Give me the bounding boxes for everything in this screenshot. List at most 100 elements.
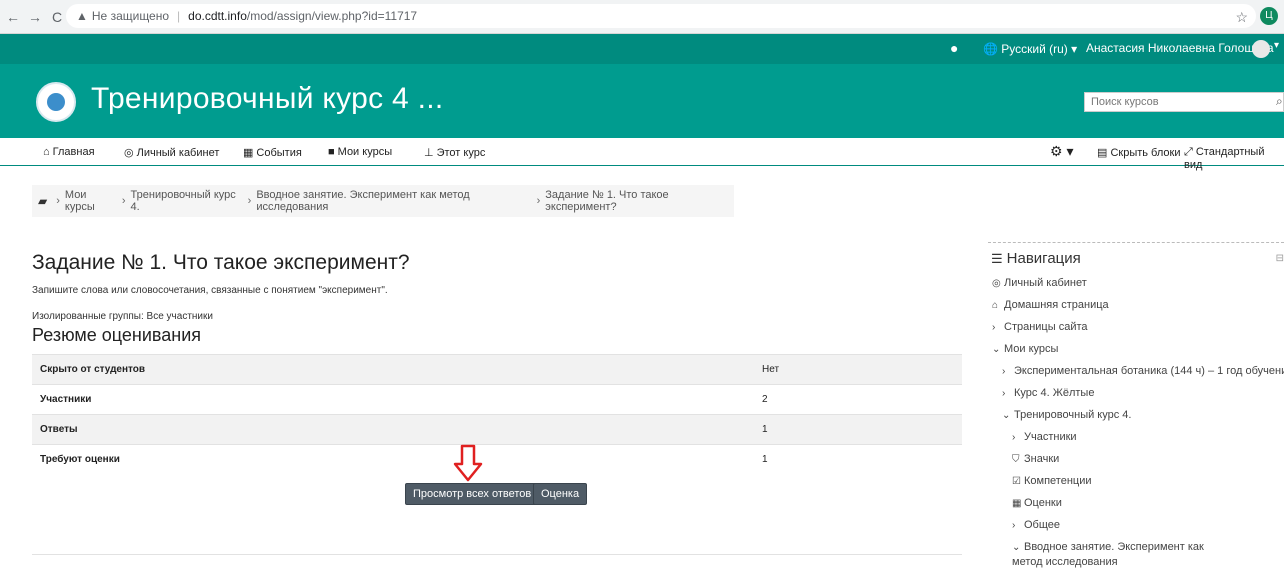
table-cell-value: Нет — [754, 354, 962, 385]
nav-tree-item-home[interactable]: ⌂ Домашняя страница — [992, 295, 1284, 317]
nav-tree-item-course[interactable]: › Экспериментальная ботаника (144 ч) – 1 … — [992, 361, 1284, 383]
nav-calendar-label: События — [256, 147, 302, 159]
main-navigation: ⌂ Главная ◎ Личный кабинет ▦ События ■ Мои к… — [0, 138, 1284, 171]
menu-bars-icon: ☰ — [991, 251, 1003, 266]
nav-tree-label: Оценки — [1024, 497, 1062, 509]
address-bar[interactable]: ▲ Не защищено | do.cdtt.info /mod/assign… — [66, 4, 1256, 28]
standard-view-label: Стандартный вид — [1184, 146, 1265, 171]
course-search-input[interactable]: Поиск курсов — [1084, 92, 1284, 112]
bookmark-star-icon[interactable]: ☆ — [1235, 9, 1248, 26]
table-cell-value: 1 — [754, 414, 962, 445]
url-path: /mod/assign/view.php?id=11717 — [246, 9, 418, 23]
search-icon[interactable]: ⌕ — [1276, 94, 1283, 109]
nav-tree-label: Вводное занятие. Эксперимент как метод и… — [1012, 541, 1204, 568]
hide-blocks-label: Скрыть блоки — [1110, 147, 1181, 159]
nav-tree-label: Компетенции — [1024, 475, 1092, 487]
course-title: Тренировочный курс 4 ... — [91, 82, 444, 115]
nav-tree-label: Экспериментальная ботаника (144 ч) – 1 г… — [1014, 365, 1284, 377]
language-menu[interactable]: 🌐 Русский (ru) ▾ — [983, 42, 1077, 56]
reload-icon[interactable]: C — [48, 9, 66, 25]
nav-tree-item-course[interactable]: ⌄ Тренировочный курс 4. — [992, 405, 1284, 427]
site-logo-icon[interactable] — [36, 82, 76, 122]
nav-tree-item-competencies[interactable]: ☑ Компетенции — [992, 471, 1284, 493]
back-icon[interactable]: ← — [4, 9, 22, 25]
breadcrumb-item[interactable]: Вводное занятие. Эксперимент как метод и… — [256, 189, 531, 213]
hide-blocks-button[interactable]: ▤ Скрыть блоки — [1097, 146, 1180, 159]
avatar[interactable] — [1252, 40, 1270, 58]
breadcrumb: ▰ › Мои курсы › Тренировочный курс 4. › … — [32, 185, 734, 217]
nav-tree-item-grades[interactable]: ▦ Оценки — [992, 493, 1284, 515]
nav-tree-item-badges[interactable]: ⛉ Значки — [992, 449, 1284, 471]
view-all-submissions-button[interactable]: Просмотр всех ответов — [405, 483, 540, 505]
breadcrumb-separator: › — [247, 195, 252, 207]
chevron-down-icon[interactable]: ▾ — [1274, 40, 1279, 51]
browser-profile-icon[interactable]: Ц — [1260, 7, 1278, 25]
nav-tree-label: Мои курсы — [1004, 343, 1059, 355]
language-label: Русский (ru) ▾ — [1001, 42, 1078, 56]
standard-view-button[interactable]: ⤢ Стандартный вид — [1184, 146, 1284, 171]
nav-calendar[interactable]: ▦ События — [243, 146, 302, 159]
user-menu-name[interactable]: Анастасия Николаевна Голошева — [1086, 41, 1274, 55]
dashboard-icon: ◎ — [992, 278, 1001, 289]
nav-tree-label: Домашняя страница — [1004, 299, 1109, 311]
nav-tree-label: Курс 4. Жёлтые — [1014, 387, 1095, 399]
nav-tree-item-participants[interactable]: › Участники — [992, 427, 1284, 449]
calendar-icon: ▦ — [243, 147, 254, 159]
nav-dashboard[interactable]: ◎ Личный кабинет — [124, 146, 219, 159]
top-bar: ● 🌐 Русский (ru) ▾ Анастасия Николаевна … — [0, 34, 1284, 64]
table-row: Требуют оценки 1 — [32, 444, 962, 474]
grade-button[interactable]: Оценка — [533, 483, 588, 505]
shield-icon: ⛉ — [1012, 454, 1020, 465]
url-host: do.cdtt.info — [188, 9, 247, 23]
nav-this-course-label: Этот курс — [436, 147, 486, 159]
chevron-down-icon: ⌄ — [1002, 410, 1011, 421]
nav-tree-item-section[interactable]: ⌄ Вводное занятие. Эксперимент как метод … — [992, 537, 1222, 569]
chevron-right-icon: › — [1012, 432, 1016, 443]
navigation-tree: ◎ Личный кабинет ⌂ Домашняя страница › Стра… — [992, 273, 1284, 569]
breadcrumb-item[interactable]: Тренировочный курс 4. — [131, 189, 243, 213]
home-icon: ⌂ — [43, 146, 50, 158]
folder-icon[interactable]: ▰ — [38, 194, 47, 208]
home-icon: ⌂ — [992, 300, 999, 311]
navigation-block: ☰ Навигация ⊟ ◎ Личный кабинет ⌂ Домашняя с… — [988, 242, 1284, 568]
grading-summary-table: Скрыто от студентов Нет Участники 2 Отве… — [32, 354, 962, 474]
chevron-right-icon: › — [1002, 366, 1006, 377]
grading-summary-title: Резюме оценивания — [32, 325, 202, 345]
bell-icon[interactable]: ● — [950, 40, 958, 56]
forward-icon[interactable]: → — [26, 9, 44, 25]
table-row: Скрыто от студентов Нет — [32, 354, 962, 385]
warning-icon: ▲ — [76, 9, 88, 23]
table-cell-label: Требуют оценки — [32, 444, 754, 474]
table-cell-value: 1 — [754, 444, 962, 474]
not-secure-label: Не защищено — [91, 9, 170, 23]
table-row: Участники 2 — [32, 384, 962, 415]
chevron-down-icon: ⌄ — [1012, 542, 1021, 553]
table-cell-label: Ответы — [32, 414, 754, 445]
assignment-description: Запишите слова или словосочетания, связа… — [32, 285, 388, 296]
gear-icon[interactable]: ⚙ ▾ — [1050, 143, 1073, 160]
nav-tree-item-course[interactable]: › Курс 4. Жёлтые — [992, 383, 1284, 405]
collapse-block-icon[interactable]: ⊟ — [1276, 253, 1284, 264]
nav-home-label: Главная — [52, 146, 95, 158]
page-title: Задание № 1. Что такое эксперимент? — [32, 251, 410, 274]
courses-icon: ■ — [328, 146, 335, 158]
address-divider: | — [177, 9, 181, 23]
nav-tree-item-site-pages[interactable]: › Страницы сайта — [992, 317, 1284, 339]
nav-my-courses[interactable]: ■ Мои курсы — [328, 146, 392, 158]
section-divider — [32, 554, 962, 555]
nav-this-course[interactable]: ⊥ Этот курс — [424, 146, 485, 159]
dashboard-icon: ◎ — [124, 147, 134, 159]
nav-tree-label: Участники — [1024, 431, 1077, 443]
nav-dashboard-label: Личный кабинет — [136, 147, 220, 159]
group-filter-label: Изолированные группы: Все участники — [32, 311, 213, 322]
nav-tree-label: Страницы сайта — [1004, 321, 1088, 333]
table-cell-label: Участники — [32, 384, 754, 415]
breadcrumb-item[interactable]: Задание № 1. Что такое эксперимент? — [545, 189, 734, 213]
nav-tree-label: Значки — [1024, 453, 1060, 465]
breadcrumb-item[interactable]: Мои курсы — [65, 189, 117, 213]
nav-home[interactable]: ⌂ Главная — [43, 146, 95, 158]
nav-tree-item-general[interactable]: › Общее — [992, 515, 1284, 537]
nav-tree-item-dashboard[interactable]: ◎ Личный кабинет — [992, 273, 1284, 295]
nav-tree-item-my-courses[interactable]: ⌄ Мои курсы — [992, 339, 1284, 361]
navigation-title-label: Навигация — [1006, 250, 1081, 267]
